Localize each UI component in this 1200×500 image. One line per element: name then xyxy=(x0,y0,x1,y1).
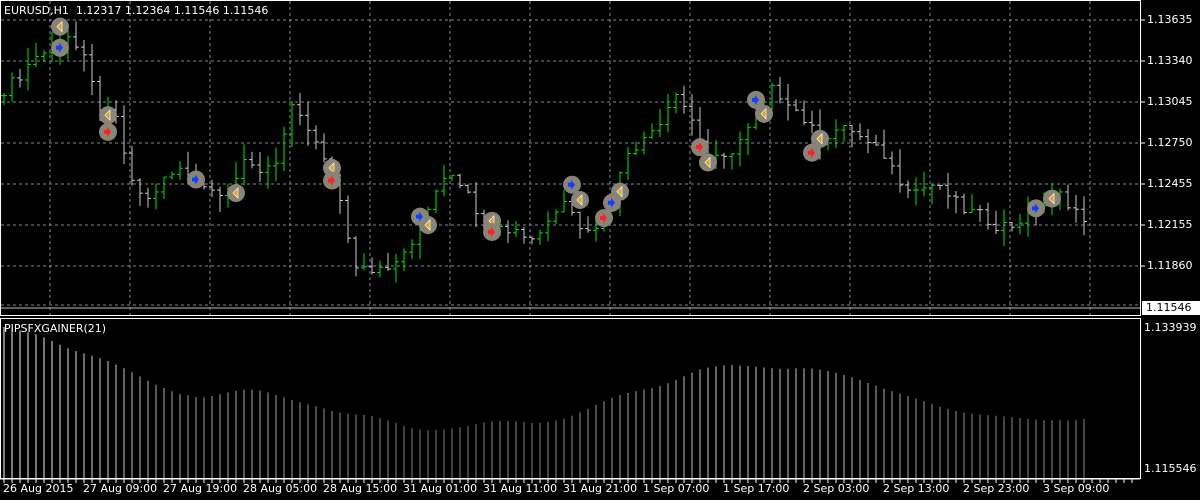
low-value: 1.11546 xyxy=(173,4,220,17)
exit-signal-icon[interactable] xyxy=(227,184,245,203)
time-label: 31 Aug 21:00 xyxy=(563,482,638,495)
symbol-label: EURUSD,H1 xyxy=(4,4,69,17)
time-label: 31 Aug 01:00 xyxy=(403,482,478,495)
buy-signal-icon[interactable] xyxy=(563,175,581,194)
time-label: 1 Sep 07:00 xyxy=(643,482,710,495)
price-label: 1.12750 xyxy=(1147,136,1193,149)
exit-signal-icon[interactable] xyxy=(699,153,717,172)
sell-signal-icon[interactable] xyxy=(323,171,341,190)
exit-signal-icon[interactable] xyxy=(811,129,829,148)
indicator-title: PIPSFXGAINER(21) xyxy=(4,322,107,335)
time-label: 2 Sep 03:00 xyxy=(803,482,870,495)
time-label: 27 Aug 19:00 xyxy=(163,482,238,495)
time-label: 28 Aug 05:00 xyxy=(243,482,318,495)
exit-signal-icon[interactable] xyxy=(755,104,773,123)
time-label: 31 Aug 11:00 xyxy=(483,482,558,495)
time-label: 28 Aug 15:00 xyxy=(323,482,398,495)
sell-signal-icon[interactable] xyxy=(483,222,501,241)
time-label: 27 Aug 09:00 xyxy=(83,482,158,495)
open-value: 1.12317 xyxy=(75,4,122,17)
sell-signal-icon[interactable] xyxy=(595,209,613,228)
exit-signal-icon[interactable] xyxy=(611,182,629,201)
buy-signal-icon[interactable] xyxy=(1027,199,1045,218)
chart-canvas[interactable] xyxy=(0,0,1200,500)
price-label: 1.11860 xyxy=(1147,259,1193,272)
time-label: 3 Sep 09:00 xyxy=(1043,482,1110,495)
time-label: 1 Sep 17:00 xyxy=(723,482,790,495)
chart-title: EURUSD,H1 1.12317 1.12364 1.11546 1.1154… xyxy=(4,4,268,17)
price-label: 1.12455 xyxy=(1147,177,1193,190)
price-label: 1.12155 xyxy=(1147,218,1193,231)
time-label: 2 Sep 13:00 xyxy=(883,482,950,495)
buy-signal-icon[interactable] xyxy=(51,38,69,57)
time-label: 26 Aug 2015 xyxy=(3,482,74,495)
exit-signal-icon[interactable] xyxy=(99,106,117,125)
high-value: 1.12364 xyxy=(124,4,171,17)
buy-signal-icon[interactable] xyxy=(187,170,205,189)
indicator-min-label: 1.115546 xyxy=(1144,462,1197,475)
price-label: 1.13340 xyxy=(1147,54,1193,67)
indicator-max-label: 1.133939 xyxy=(1144,321,1197,334)
exit-signal-icon[interactable] xyxy=(1043,189,1061,208)
main-pane-frame xyxy=(0,0,1141,316)
exit-signal-icon[interactable] xyxy=(419,216,437,234)
sell-signal-icon[interactable] xyxy=(99,122,117,141)
current-price-label: 1.11546 xyxy=(1142,301,1200,315)
time-label: 2 Sep 23:00 xyxy=(963,482,1030,495)
price-label: 1.13045 xyxy=(1147,95,1193,108)
sell-signal-icon[interactable] xyxy=(691,138,709,157)
exit-signal-icon[interactable] xyxy=(571,190,589,209)
price-label: 1.13635 xyxy=(1147,13,1193,26)
close-value: 1.11546 xyxy=(222,4,269,17)
exit-signal-icon[interactable] xyxy=(51,17,69,36)
